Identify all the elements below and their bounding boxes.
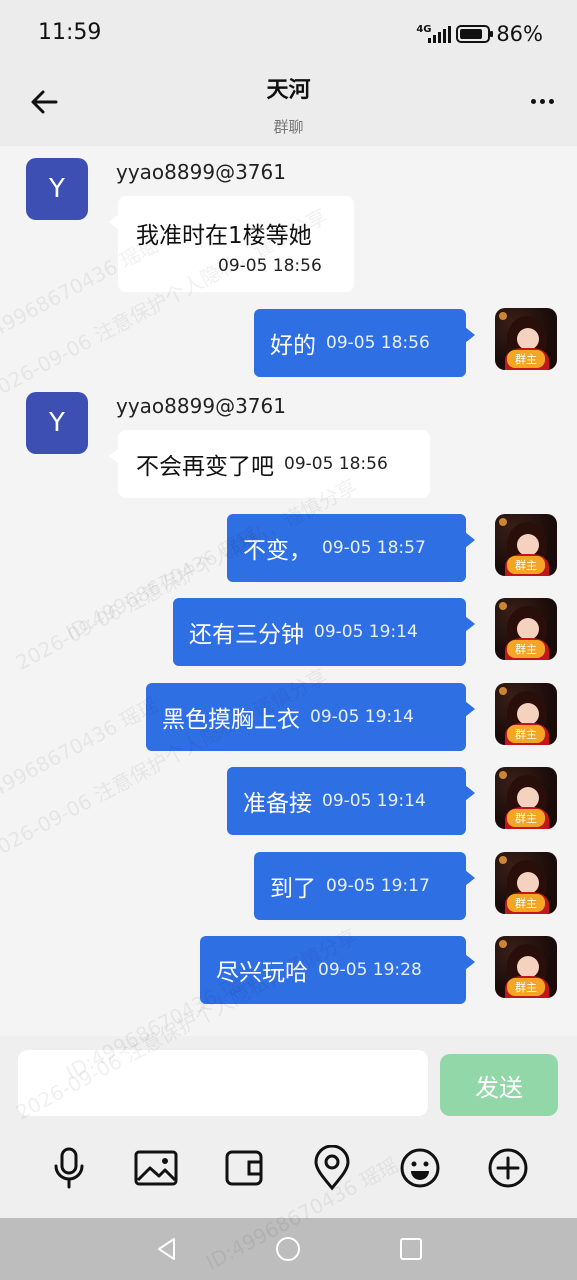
chat-header: 天河 群聊	[0, 68, 577, 146]
message-bubble-incoming[interactable]: 不会再变了吧 09-05 18:56	[109, 430, 430, 498]
message-time: 09-05 19:14	[322, 791, 426, 811]
message-bubble-outgoing[interactable]: 尽兴玩哈 09-05 19:28	[200, 936, 475, 1004]
owner-badge: 群主	[507, 894, 545, 912]
message-text: 好的	[270, 333, 316, 359]
message-text: 尽兴玩哈	[216, 960, 308, 986]
chat-subtitle: 群聊	[273, 118, 304, 136]
owner-avatar[interactable]: 群主	[495, 683, 557, 745]
system-nav-bar	[0, 1218, 577, 1280]
sender-name: yyao8899@3761	[116, 160, 286, 184]
owner-badge: 群主	[507, 640, 545, 658]
wallet-icon[interactable]	[220, 1144, 268, 1192]
message-time: 09-05 19:17	[326, 876, 430, 896]
owner-badge: 群主	[507, 725, 545, 743]
avatar-letter: Y	[49, 174, 65, 204]
owner-badge: 群主	[507, 350, 545, 368]
nav-recents-icon[interactable]	[396, 1234, 426, 1264]
emoji-icon[interactable]	[396, 1144, 444, 1192]
location-icon[interactable]	[308, 1144, 356, 1192]
message-text: 不会再变了吧	[136, 454, 274, 480]
message-time: 09-05 19:28	[318, 960, 422, 980]
signal-icon: 4G	[416, 23, 452, 45]
message-time: 09-05 19:14	[310, 707, 414, 727]
message-text: 准备接	[243, 791, 312, 817]
message-time: 09-05 18:56	[284, 454, 388, 474]
owner-avatar[interactable]: 群主	[495, 598, 557, 660]
sender-avatar[interactable]: Y	[26, 158, 88, 220]
sender-name: yyao8899@3761	[116, 394, 286, 418]
sender-avatar[interactable]: Y	[26, 392, 88, 454]
owner-avatar[interactable]: 群主	[495, 767, 557, 829]
owner-avatar[interactable]: 群主	[495, 936, 557, 998]
microphone-icon[interactable]	[45, 1144, 93, 1192]
owner-badge: 群主	[507, 809, 545, 827]
avatar-letter: Y	[49, 408, 65, 438]
status-time: 11:59	[38, 20, 102, 45]
message-time: 09-05 18:56	[326, 333, 430, 353]
nav-back-icon[interactable]	[152, 1234, 182, 1264]
message-time: 09-05 18:56	[218, 256, 322, 276]
message-text: 还有三分钟	[189, 622, 304, 648]
more-options-icon[interactable]	[527, 90, 557, 112]
message-time: 09-05 18:57	[322, 538, 426, 558]
message-text: 黑色摸胸上衣	[162, 707, 300, 733]
battery-percent: 86%	[496, 22, 543, 46]
message-bubble-outgoing[interactable]: 还有三分钟 09-05 19:14	[173, 598, 475, 666]
owner-avatar[interactable]: 群主	[495, 852, 557, 914]
message-bubble-outgoing[interactable]: 准备接 09-05 19:14	[227, 767, 475, 835]
message-bubble-outgoing[interactable]: 不变， 09-05 18:57	[227, 514, 475, 582]
nav-home-icon[interactable]	[273, 1234, 303, 1264]
status-indicators: 4G 86%	[416, 22, 543, 46]
owner-avatar[interactable]: 群主	[495, 514, 557, 576]
message-input[interactable]	[18, 1050, 428, 1116]
owner-badge: 群主	[507, 978, 545, 996]
message-text: 到了	[270, 876, 316, 902]
message-bubble-incoming[interactable]: 我准时在1楼等她 09-05 18:56	[109, 196, 354, 292]
status-bar: 11:59 4G 86%	[0, 0, 577, 68]
image-icon[interactable]	[132, 1144, 180, 1192]
plus-icon[interactable]	[484, 1144, 532, 1192]
message-list[interactable]: Y yyao8899@3761 我准时在1楼等她 09-05 18:56 好的 …	[0, 146, 577, 1036]
message-time: 09-05 19:14	[314, 622, 418, 642]
message-bubble-outgoing[interactable]: 好的 09-05 18:56	[254, 309, 475, 377]
composer-toolbar	[0, 1144, 577, 1192]
composer: 发送	[0, 1036, 577, 1218]
owner-avatar[interactable]: 群主	[495, 308, 557, 370]
battery-icon	[456, 25, 494, 43]
message-text: 不变，	[243, 538, 312, 564]
message-text: 我准时在1楼等她	[136, 223, 312, 249]
message-bubble-outgoing[interactable]: 黑色摸胸上衣 09-05 19:14	[146, 683, 475, 751]
chat-title: 天河	[266, 78, 311, 103]
message-bubble-outgoing[interactable]: 到了 09-05 19:17	[254, 852, 475, 920]
owner-badge: 群主	[507, 556, 545, 574]
send-button[interactable]: 发送	[440, 1054, 558, 1116]
